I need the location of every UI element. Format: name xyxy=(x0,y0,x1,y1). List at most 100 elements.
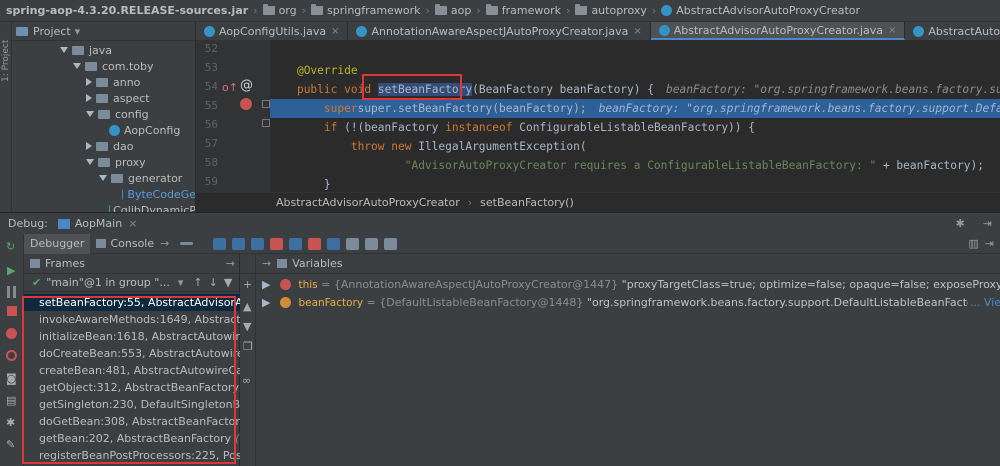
chevron-down-icon[interactable] xyxy=(86,159,94,165)
filter-icon[interactable]: ▼ xyxy=(224,276,232,289)
step-into-icon[interactable] xyxy=(251,237,265,250)
project-title[interactable]: Project xyxy=(33,25,71,38)
chevron-right-icon[interactable] xyxy=(86,78,92,86)
pin-icon[interactable]: ✎ xyxy=(6,438,15,451)
add-watch-icon[interactable]: + xyxy=(243,278,252,291)
layout-icon[interactable]: ▥ xyxy=(968,237,978,250)
fold-icon[interactable] xyxy=(262,119,270,127)
code-editor[interactable]: @Override public void setBeanFactory(Bea… xyxy=(270,40,1000,192)
stack-frame[interactable]: initializeBean:1618, AbstractAutowireCap… xyxy=(24,328,240,345)
table-icon[interactable] xyxy=(365,237,379,250)
grid-icon[interactable] xyxy=(384,237,398,250)
stack-frame[interactable]: doGetBean:308, AbstractBeanFactory(org.s… xyxy=(24,413,240,430)
view-link[interactable]: ... View xyxy=(968,294,1000,312)
close-icon[interactable]: × xyxy=(888,25,896,36)
gear-icon[interactable]: ✱ xyxy=(956,217,965,230)
show-execution-point-icon[interactable] xyxy=(213,237,227,250)
stack-frame[interactable]: getSingleton:230, DefaultSingletonBeanRe… xyxy=(24,396,240,413)
tree-item[interactable]: generator xyxy=(12,170,195,186)
tree-item[interactable]: AopConfig xyxy=(12,122,195,138)
breadcrumb-springframework[interactable]: springframework xyxy=(308,4,423,17)
close-icon[interactable]: × xyxy=(331,26,339,37)
tab-debugger[interactable]: Debugger xyxy=(24,233,91,254)
tab-annotationaware[interactable]: AnnotationAwareAspectJAutoProxyCreator.j… xyxy=(348,22,651,40)
chevron-down-icon[interactable] xyxy=(86,111,94,117)
close-icon[interactable]: × xyxy=(128,217,137,230)
view-breakpoints-icon[interactable] xyxy=(6,328,17,339)
breadcrumb-aop[interactable]: aop xyxy=(432,4,474,17)
menu-icon[interactable] xyxy=(180,242,194,245)
tab-console[interactable]: Console xyxy=(90,237,160,250)
gear-icon[interactable]: ✱ xyxy=(6,416,15,429)
watches-icon[interactable]: ∞ xyxy=(242,374,251,387)
breadcrumb-class[interactable]: AbstractAdvisorAutoProxyCreator xyxy=(276,196,460,209)
tree-item[interactable]: dao xyxy=(12,138,195,154)
mute-breakpoints-icon[interactable] xyxy=(6,350,17,361)
breadcrumb-method[interactable]: setBeanFactory() xyxy=(480,196,574,209)
drop-frame-icon[interactable] xyxy=(308,237,322,250)
run-config-tab[interactable]: AopMain xyxy=(75,217,122,230)
tree-item[interactable]: proxy xyxy=(12,154,195,170)
tree-item[interactable]: config xyxy=(12,106,195,122)
stop-icon[interactable] xyxy=(7,306,17,316)
thread-selector[interactable]: ✔ "main"@1 in group "... ▾ ↑ ↓ ▼ xyxy=(24,274,239,292)
down-arrow-icon[interactable]: ↓ xyxy=(209,276,218,289)
tab-abstractadvisor[interactable]: AbstractAdvisorAutoProxyCreator.java × xyxy=(650,22,906,40)
breadcrumb-autoproxy[interactable]: autoproxy xyxy=(572,4,649,17)
expand-icon[interactable]: ▶ xyxy=(262,296,270,309)
chevron-right-icon[interactable] xyxy=(86,94,92,102)
close-icon[interactable]: × xyxy=(633,26,641,37)
step-out-icon[interactable] xyxy=(289,237,303,250)
step-over-icon[interactable] xyxy=(232,237,246,250)
override-marker-icon[interactable]: o↑ xyxy=(222,81,238,94)
expand-icon[interactable]: ▶ xyxy=(262,278,270,291)
resume-icon[interactable]: ▶ xyxy=(7,264,15,277)
breadcrumb-org[interactable]: org xyxy=(260,4,300,17)
chevron-down-icon[interactable] xyxy=(99,175,107,181)
variable-row-beanfactory[interactable]: ▶ beanFactory = {DefaultListableBeanFact… xyxy=(256,294,982,312)
up-arrow-icon[interactable]: ↑ xyxy=(193,276,202,289)
tab-aopconfigutils[interactable]: AopConfigUtils.java × xyxy=(196,22,349,40)
tree-item[interactable]: CglibDynamicP xyxy=(12,202,195,212)
stack-frame[interactable]: doCreateBean:553, AbstractAutowireCapabl… xyxy=(24,345,240,362)
breadcrumb-jar[interactable]: spring-aop-4.3.20.RELEASE-sources.jar xyxy=(0,4,251,17)
stack-frame[interactable]: createBean:481, AbstractAutowireCapableB… xyxy=(24,362,240,379)
chevron-right-icon[interactable] xyxy=(86,142,92,150)
breakpoint-icon[interactable] xyxy=(240,98,252,110)
evaluate-expression-icon[interactable] xyxy=(346,237,360,250)
stack-frame[interactable]: invokeAwareMethods:1649, AbstractAutowir… xyxy=(24,311,240,328)
hide-icon[interactable]: ⇥ xyxy=(983,217,992,230)
editor-gutter[interactable]: 52 53 54 55 56 57 58 59 o↑ @ xyxy=(196,40,270,192)
tree-item[interactable]: anno xyxy=(12,74,195,90)
pause-icon[interactable] xyxy=(7,286,16,298)
chevron-down-icon[interactable] xyxy=(60,47,68,53)
up-arrow-icon[interactable]: ▲ xyxy=(243,300,251,313)
restore-icon[interactable]: → xyxy=(160,237,169,250)
stack-frame[interactable]: getBean:202, AbstractBeanFactory(org.spr… xyxy=(24,430,240,447)
restore-icon[interactable]: → xyxy=(226,257,235,270)
rerun-icon[interactable]: ↻ xyxy=(6,240,15,253)
down-arrow-icon[interactable]: ▼ xyxy=(243,320,251,333)
breadcrumb-framework[interactable]: framework xyxy=(483,4,564,17)
tree-item[interactable]: java xyxy=(12,42,195,58)
restore-layout-icon[interactable]: ▤ xyxy=(6,394,16,407)
chevron-down-icon[interactable]: ▾ xyxy=(178,276,184,289)
breadcrumb-class[interactable]: AbstractAdvisorAutoProxyCreator xyxy=(658,4,863,17)
run-to-cursor-icon[interactable] xyxy=(327,237,341,250)
tree-item[interactable]: com.toby xyxy=(12,58,195,74)
force-step-into-icon[interactable] xyxy=(270,237,284,250)
tree-item[interactable]: ByteCodeGe xyxy=(12,186,195,202)
restore-icon[interactable]: → xyxy=(262,257,271,270)
stack-frame[interactable]: setBeanFactory:55, AbstractAdvisorAutoPr… xyxy=(24,294,240,311)
chevron-down-icon[interactable] xyxy=(73,63,81,69)
project-tool-tab[interactable]: 1: Project xyxy=(1,40,11,82)
fold-icon[interactable] xyxy=(262,100,270,108)
stack-frame[interactable]: registerBeanPostProcessors:225, PostProc… xyxy=(24,447,240,464)
tree-item[interactable]: aspect xyxy=(12,90,195,106)
variable-row-this[interactable]: ▶ this = {AnnotationAwareAspectJAutoProx… xyxy=(256,276,1000,294)
stack-frame[interactable]: getObject:312, AbstractBeanFactory$1(org… xyxy=(24,379,240,396)
hide-icon[interactable]: ⇥ xyxy=(985,237,994,250)
tab-abstractautowire[interactable]: AbstractAutowireCapableBeanFactory.java× xyxy=(905,22,1000,40)
copy-icon[interactable]: ❐ xyxy=(243,340,253,353)
camera-icon[interactable]: ◙ xyxy=(6,372,17,385)
